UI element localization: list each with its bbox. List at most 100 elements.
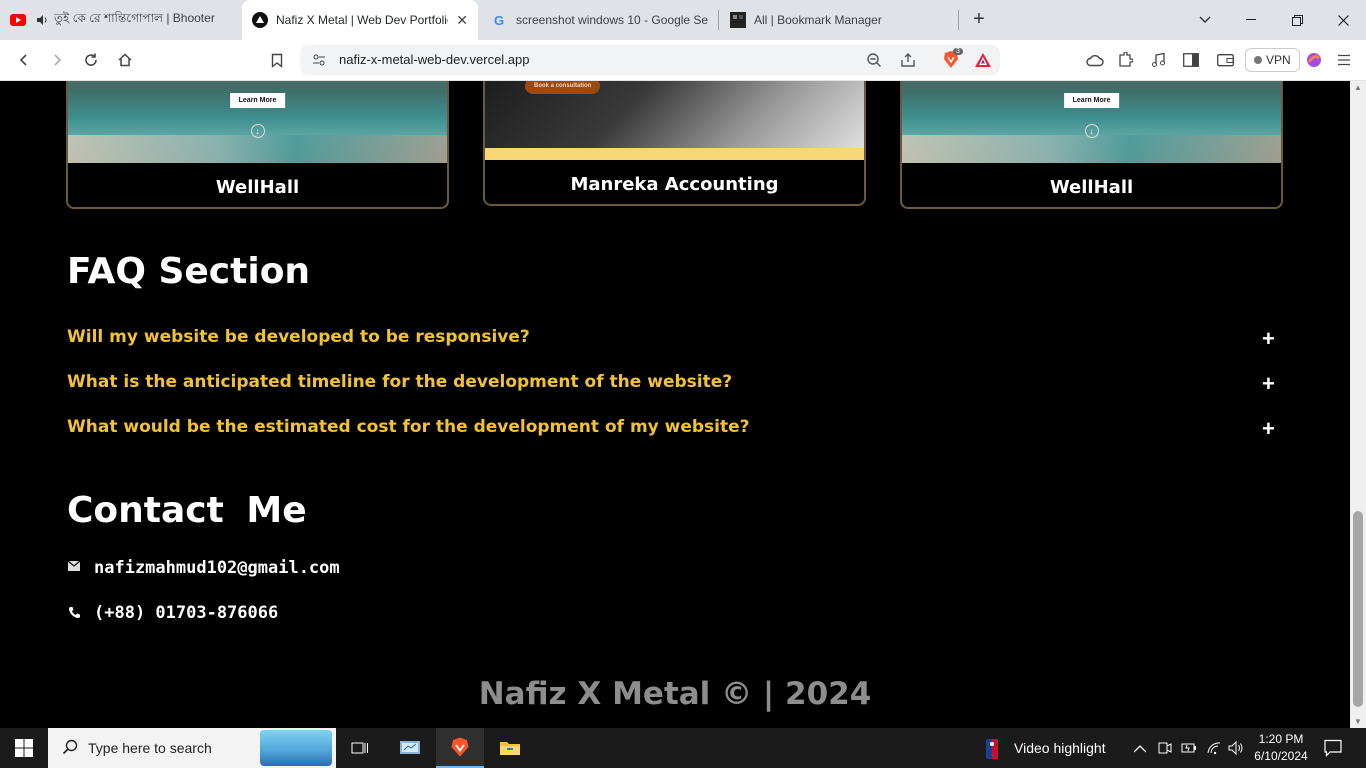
video-highlight-widget[interactable]: Video highlight xyxy=(1014,740,1106,756)
pool-deck-shape xyxy=(68,135,447,163)
home-icon[interactable] xyxy=(112,48,138,72)
sidebar-toggle-icon[interactable] xyxy=(1178,48,1204,72)
search-placeholder: Type here to search xyxy=(88,740,212,756)
wellhall-preview-image: Learn More ↓ xyxy=(902,81,1281,163)
back-icon[interactable] xyxy=(11,48,37,72)
expand-icon[interactable]: + xyxy=(1262,371,1275,397)
show-hidden-icons-chevron-icon[interactable] xyxy=(1133,741,1147,759)
pool-deck-shape xyxy=(902,135,1281,163)
restore-icon[interactable] xyxy=(1274,0,1320,40)
phone-icon xyxy=(67,606,81,620)
share-icon[interactable] xyxy=(900,52,916,73)
faq-question[interactable]: What would be the estimated cost for the… xyxy=(67,417,750,437)
reload-icon[interactable] xyxy=(78,48,104,72)
vpn-button[interactable]: VPN xyxy=(1245,48,1300,72)
address-bar[interactable]: nafiz-x-metal-web-dev.vercel.app 3 xyxy=(300,45,1000,75)
scroll-down-icon: ↓ xyxy=(1084,124,1099,138)
tab-title: screenshot windows 10 - Google Sea xyxy=(516,13,708,27)
learn-more-button[interactable]: Learn More xyxy=(1063,93,1120,108)
forward-icon[interactable] xyxy=(44,48,70,72)
accent-strip xyxy=(485,148,864,160)
clock-date: 6/10/2024 xyxy=(1254,749,1308,763)
tab-title: তুই কে রে শান্তিগোপাল | Bhooter xyxy=(54,11,215,25)
tab-separator xyxy=(718,10,719,30)
menu-icon[interactable] xyxy=(1331,48,1357,72)
faq-question[interactable]: Will my website be developed to be respo… xyxy=(67,327,530,347)
expand-icon[interactable]: + xyxy=(1262,416,1275,442)
brave-browser-taskbar-icon[interactable] xyxy=(436,728,484,768)
youtube-icon xyxy=(10,12,26,28)
wifi-icon[interactable] xyxy=(1206,740,1222,761)
leo-ai-icon[interactable] xyxy=(1301,48,1327,72)
page-viewport: Learn More ↓ WellHall Book a consultatio… xyxy=(0,81,1350,728)
volume-icon[interactable] xyxy=(1228,740,1244,761)
url-text: nafiz-x-metal-web-dev.vercel.app xyxy=(339,52,530,67)
project-name: Manreka Accounting xyxy=(570,174,779,195)
svg-text:G: G xyxy=(494,13,504,27)
project-name: WellHall xyxy=(1049,177,1134,198)
meet-now-icon[interactable] xyxy=(1158,740,1172,761)
tab-bhooter[interactable]: তুই কে রে শান্তিগোপাল | Bhooter xyxy=(0,0,240,40)
contact-email[interactable]: nafizmahmud102@gmail.com xyxy=(94,558,340,578)
wellhall-preview-image: Learn More ↓ xyxy=(68,81,447,163)
manreka-preview-image: Book a consultation xyxy=(485,81,864,160)
system-clock[interactable]: 1:20 PM 6/10/2024 xyxy=(1245,731,1317,765)
project-name: WellHall xyxy=(215,177,300,198)
portfolio-card-wellhall-2[interactable]: Learn More ↓ WellHall xyxy=(900,81,1283,209)
learn-more-button[interactable]: Learn More xyxy=(229,93,286,108)
scrollbar-thumb[interactable] xyxy=(1353,511,1363,707)
expand-icon[interactable]: + xyxy=(1262,326,1275,352)
media-controls-icon[interactable] xyxy=(1145,48,1171,72)
portfolio-card-wellhall[interactable]: Learn More ↓ WellHall xyxy=(66,81,449,209)
windows-logo-icon xyxy=(15,739,33,757)
brave-rewards-icon[interactable] xyxy=(974,52,992,73)
portfolio-card-manreka[interactable]: Book a consultation Manreka Accounting xyxy=(483,81,866,206)
bookmark-manager-icon xyxy=(730,12,746,28)
extensions-icon[interactable] xyxy=(1112,48,1138,72)
search-icon xyxy=(62,739,78,758)
wallet-icon[interactable] xyxy=(1212,48,1238,72)
nba-icon[interactable] xyxy=(986,739,998,764)
google-icon: G xyxy=(492,12,508,28)
site-settings-icon[interactable] xyxy=(312,53,326,72)
close-tab-icon[interactable]: ✕ xyxy=(456,12,468,29)
file-explorer-icon[interactable] xyxy=(486,728,534,768)
tab-title: Nafiz X Metal | Web Dev Portfolio xyxy=(276,13,449,27)
vpn-status-icon xyxy=(1254,56,1262,64)
close-window-icon[interactable] xyxy=(1320,0,1366,40)
tab-portfolio[interactable]: Nafiz X Metal | Web Dev Portfolio ✕ xyxy=(242,0,478,40)
minimize-icon[interactable] xyxy=(1228,0,1274,40)
sync-cloud-icon[interactable] xyxy=(1082,48,1108,72)
faq-question[interactable]: What is the anticipated timeline for the… xyxy=(67,372,732,392)
tab-title: All | Bookmark Manager xyxy=(754,13,882,27)
book-consultation-button[interactable]: Book a consultation xyxy=(525,81,601,94)
tab-bookmarks[interactable]: All | Bookmark Manager xyxy=(720,0,956,40)
windows-start-button[interactable] xyxy=(0,728,48,768)
vpn-label: VPN xyxy=(1266,53,1291,67)
tab-separator xyxy=(958,10,959,30)
contact-email-row[interactable]: nafizmahmud102@gmail.com xyxy=(67,558,340,578)
bookmark-icon[interactable] xyxy=(264,48,290,72)
brave-shields-icon[interactable]: 3 xyxy=(942,48,963,75)
tab-google-search[interactable]: G screenshot windows 10 - Google Sea xyxy=(482,0,718,40)
scroll-down-arrow-icon[interactable]: ▼ xyxy=(1354,717,1362,726)
contact-title: Contact Me xyxy=(67,490,307,531)
notifications-icon[interactable] xyxy=(1324,739,1342,762)
browser-tab-bar: তুই কে রে শান্তিগোপাল | Bhooter Nafiz X … xyxy=(0,0,1366,40)
battery-icon[interactable] xyxy=(1181,740,1197,761)
contact-phone-row[interactable]: (+88) 01703-876066 xyxy=(67,603,278,623)
scroll-down-icon: ↓ xyxy=(250,124,265,138)
speaker-icon[interactable] xyxy=(34,12,50,28)
browser-toolbar: nafiz-x-metal-web-dev.vercel.app 3 VPN xyxy=(0,40,1366,81)
control-panel-icon[interactable] xyxy=(386,728,434,768)
zoom-out-icon[interactable] xyxy=(866,52,882,73)
page-scrollbar[interactable]: ▲ ▼ xyxy=(1350,81,1366,728)
tab-search-chevron-icon[interactable] xyxy=(1182,0,1228,40)
new-tab-button[interactable]: + xyxy=(968,8,990,30)
taskbar-search-box[interactable]: Type here to search xyxy=(48,728,336,768)
task-view-icon[interactable] xyxy=(336,728,384,768)
search-highlight-art xyxy=(260,730,332,766)
mail-icon xyxy=(67,560,81,575)
contact-phone[interactable]: (+88) 01703-876066 xyxy=(94,603,278,623)
scroll-up-arrow-icon[interactable]: ▲ xyxy=(1354,83,1362,92)
